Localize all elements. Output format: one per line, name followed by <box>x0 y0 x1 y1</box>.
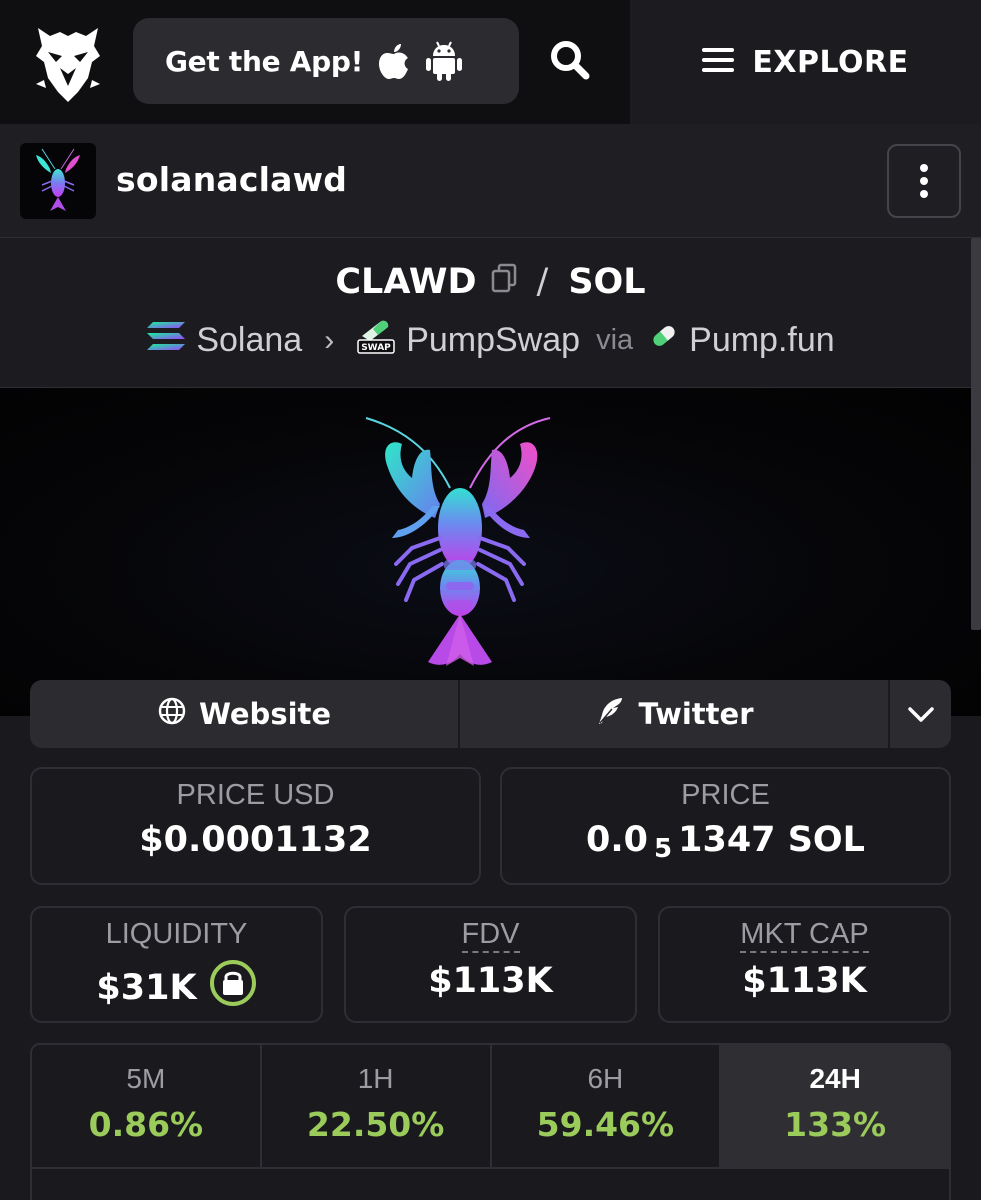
page-scrollbar[interactable] <box>971 238 981 630</box>
timeframe-5m[interactable]: 5M 0.86% <box>32 1045 262 1167</box>
liquidity-value-row: $31K <box>32 959 321 1016</box>
price-change-value: 22.50% <box>306 1105 445 1144</box>
price-suffix: 1347 SOL <box>678 820 865 860</box>
token-banner-image <box>0 388 981 716</box>
price-change-value: 0.86% <box>88 1105 204 1144</box>
website-button[interactable]: Website <box>30 680 460 748</box>
chain-link[interactable]: Solana <box>196 321 302 360</box>
timeframe-24h[interactable]: 24H 133% <box>721 1045 949 1167</box>
copy-icon[interactable] <box>491 262 517 302</box>
timeframe-1h[interactable]: 1H 22.50% <box>262 1045 492 1167</box>
timeframe-label: 6H <box>587 1063 624 1094</box>
price-native-value: 0.0 5 1347 SOL <box>502 820 949 864</box>
pair-title: CLAWD / SOL <box>0 262 981 302</box>
explore-label: EXPLORE <box>752 44 909 80</box>
timeframe-label: 5M <box>126 1063 166 1094</box>
social-links-bar: Website Twitter <box>30 680 951 748</box>
price-change-table: 5M 0.86% 1H 22.50% 6H 59.46% 24H 133% <box>30 1043 951 1200</box>
dex-link[interactable]: PumpSwap <box>406 321 580 360</box>
price-change-value: 133% <box>784 1105 887 1144</box>
menu-icon <box>702 46 735 79</box>
twitter-button[interactable]: Twitter <box>460 680 890 748</box>
price-usd-value: $0.0001132 <box>139 820 372 860</box>
price-change-row: 5M 0.86% 1H 22.50% 6H 59.46% 24H 133% <box>32 1045 949 1169</box>
pumpswap-icon: SWAP <box>356 318 396 363</box>
search-icon[interactable] <box>548 38 592 82</box>
more-vertical-icon <box>920 164 928 198</box>
top-nav: Get the App! EXPLORE <box>0 0 981 124</box>
mktcap-value: $113K <box>742 960 867 1001</box>
token-avatar[interactable] <box>20 143 96 219</box>
chevron-right-icon: › <box>324 323 335 357</box>
twitter-label: Twitter <box>638 697 754 731</box>
price-prefix: 0.0 <box>586 820 649 860</box>
pair-separator: / <box>536 262 549 302</box>
solana-icon <box>146 320 186 361</box>
timeframe-label: 1H <box>357 1063 394 1094</box>
eagle-logo-icon[interactable] <box>30 22 106 106</box>
pair-header: CLAWD / SOL Solana › SWAP PumpSwap via P… <box>0 238 981 388</box>
timeframe-label: 24H <box>809 1063 861 1094</box>
price-usd-label: PRICE USD <box>176 779 335 811</box>
timeframe-6h[interactable]: 6H 59.46% <box>492 1045 722 1167</box>
price-change-value: 59.46% <box>536 1105 675 1144</box>
svg-text:SWAP: SWAP <box>361 343 391 353</box>
liquidity-value: $31K <box>96 967 197 1008</box>
mktcap-label[interactable]: MKT CAP <box>740 918 869 953</box>
get-app-label: Get the App! <box>165 44 364 78</box>
price-usd-card: PRICE USD $0.0001132 <box>30 767 481 885</box>
more-links-button[interactable] <box>890 680 951 748</box>
feather-icon <box>594 695 626 734</box>
globe-icon <box>157 696 187 733</box>
fdv-label[interactable]: FDV <box>461 918 520 953</box>
token-profile-bar: solanaclawd <box>0 124 981 238</box>
chevron-down-icon <box>907 697 935 731</box>
price-zero-count: 5 <box>654 834 673 864</box>
get-app-button[interactable]: Get the App! <box>133 18 519 104</box>
android-icon <box>425 40 463 82</box>
token-profile-name[interactable]: solanaclawd <box>116 160 347 199</box>
launchpad-link[interactable]: Pump.fun <box>689 321 835 360</box>
price-native-card: PRICE 0.0 5 1347 SOL <box>500 767 951 885</box>
more-options-button[interactable] <box>887 144 961 218</box>
via-label: via <box>596 324 634 356</box>
fdv-card: FDV $113K <box>344 906 637 1023</box>
mktcap-card: MKT CAP $113K <box>658 906 951 1023</box>
liquidity-card: LIQUIDITY $31K <box>30 906 323 1023</box>
fdv-value: $113K <box>428 960 553 1001</box>
liquidity-label: LIQUIDITY <box>105 918 248 950</box>
base-token-symbol: CLAWD <box>335 262 477 302</box>
pumpfun-icon <box>649 321 679 360</box>
website-label: Website <box>198 697 332 731</box>
breadcrumb: Solana › SWAP PumpSwap via Pump.fun <box>0 318 981 363</box>
quote-token-symbol: SOL <box>568 262 646 302</box>
apple-icon <box>377 41 411 81</box>
price-native-label: PRICE <box>681 779 770 811</box>
explore-button[interactable]: EXPLORE <box>630 0 981 124</box>
lock-icon[interactable] <box>209 959 257 1016</box>
